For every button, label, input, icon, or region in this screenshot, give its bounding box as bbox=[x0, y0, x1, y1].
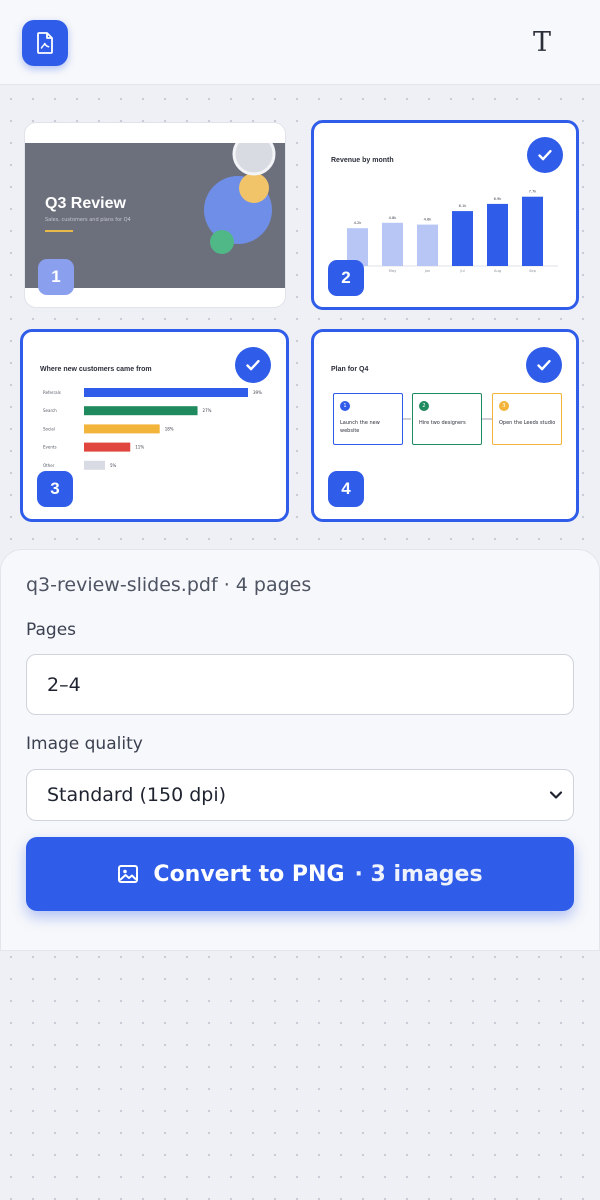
page-number-badge: 1 bbox=[38, 259, 74, 295]
selected-check-icon bbox=[235, 347, 271, 383]
chart-bar bbox=[84, 460, 106, 470]
chart-bar bbox=[487, 203, 508, 266]
bar-value-label: 4.2k bbox=[354, 221, 363, 225]
convert-image-count: · 3 images bbox=[354, 861, 483, 887]
chart-bar bbox=[452, 211, 473, 266]
step-label: Hire two designers bbox=[419, 420, 466, 426]
slide-1-title: Q3 Review bbox=[45, 195, 126, 212]
bar-value-label: 27% bbox=[203, 408, 212, 413]
page-number-badge: 3 bbox=[37, 471, 73, 507]
app-logo[interactable] bbox=[22, 20, 68, 66]
pages-label: Pages bbox=[26, 620, 77, 640]
chart-bar bbox=[84, 442, 131, 452]
step-number: 1 bbox=[340, 401, 350, 411]
chart-bar bbox=[522, 196, 543, 266]
category-label: Referrals bbox=[43, 390, 61, 395]
chart-bar bbox=[84, 388, 248, 397]
category-tick-label: Jun bbox=[424, 269, 431, 273]
page-thumbnail-1[interactable]: Q3 Review Sales, customers and plans for… bbox=[24, 122, 286, 308]
bar-value-label: 5% bbox=[110, 463, 117, 468]
step-label: Launch the new website bbox=[340, 420, 380, 434]
step-number: 3 bbox=[499, 401, 509, 411]
page-thumbnail-4[interactable]: Plan for Q4 1 Launch the new website 2 H… bbox=[311, 329, 579, 522]
category-tick-label: Aug bbox=[494, 269, 501, 273]
category-label: Other bbox=[43, 463, 55, 468]
category-label: Social bbox=[43, 426, 55, 431]
quality-selected-value: Standard (150 dpi) bbox=[47, 784, 227, 806]
category-tick-label: May bbox=[389, 269, 397, 273]
app-header: T bbox=[0, 0, 600, 85]
bar-value-label: 6.1k bbox=[459, 204, 468, 208]
selected-check-icon bbox=[527, 137, 563, 173]
category-tick-label: Sep bbox=[529, 269, 536, 273]
text-tool-icon: T bbox=[532, 26, 551, 58]
bar-value-label: 4.6k bbox=[424, 218, 433, 222]
slide-1-accent-line bbox=[45, 230, 73, 232]
bar-value-label: 7.7k bbox=[529, 190, 538, 194]
convert-button-label: Convert to PNG bbox=[153, 861, 345, 887]
chart-bar bbox=[382, 222, 403, 266]
chart-bar bbox=[84, 406, 198, 416]
bar-value-label: 6.9k bbox=[494, 197, 503, 201]
category-tick-label: Jul bbox=[459, 269, 464, 273]
slide-1-subtitle: Sales, customers and plans for Q4 bbox=[45, 217, 131, 223]
bar-value-label: 11% bbox=[135, 445, 144, 450]
step-number: 2 bbox=[419, 401, 429, 411]
quality-label: Image quality bbox=[26, 734, 143, 754]
quality-select[interactable]: Standard (150 dpi) bbox=[26, 769, 574, 821]
category-label: Events bbox=[43, 445, 57, 450]
page-thumbnail-2[interactable]: Revenue by month 4.2k 4.8k May 4.6k Jun 6.1k J… bbox=[311, 120, 579, 310]
pdf-file-icon bbox=[37, 32, 53, 54]
file-info: q3-review-slides.pdf · 4 pages bbox=[26, 574, 312, 596]
step-label: Open the Leeds studio bbox=[499, 420, 556, 426]
bar-value-label: 18% bbox=[165, 426, 174, 431]
pages-input[interactable]: 2–4 bbox=[26, 654, 574, 715]
page-thumbnail-3[interactable]: Where new customers came from Referrals 3… bbox=[20, 329, 289, 522]
selected-check-icon bbox=[526, 347, 562, 383]
bar-value-label: 39% bbox=[253, 390, 262, 395]
plan-step-1: 1 Launch the new website bbox=[333, 393, 403, 445]
convert-button[interactable]: Convert to PNG · 3 images bbox=[26, 837, 574, 911]
plan-step-2: 2 Hire two designers bbox=[412, 393, 482, 445]
image-icon bbox=[118, 865, 139, 883]
text-tool-button[interactable]: T bbox=[522, 22, 562, 62]
chart-bar bbox=[417, 224, 438, 266]
bar-value-label: 4.8k bbox=[389, 216, 398, 220]
page-number-badge: 4 bbox=[328, 471, 364, 507]
page-number-badge: 2 bbox=[328, 260, 364, 296]
chart-bar bbox=[84, 424, 160, 434]
category-label: Search bbox=[43, 408, 57, 413]
plan-step-3: 3 Open the Leeds studio bbox=[492, 393, 562, 445]
chevron-down-icon bbox=[549, 791, 563, 799]
